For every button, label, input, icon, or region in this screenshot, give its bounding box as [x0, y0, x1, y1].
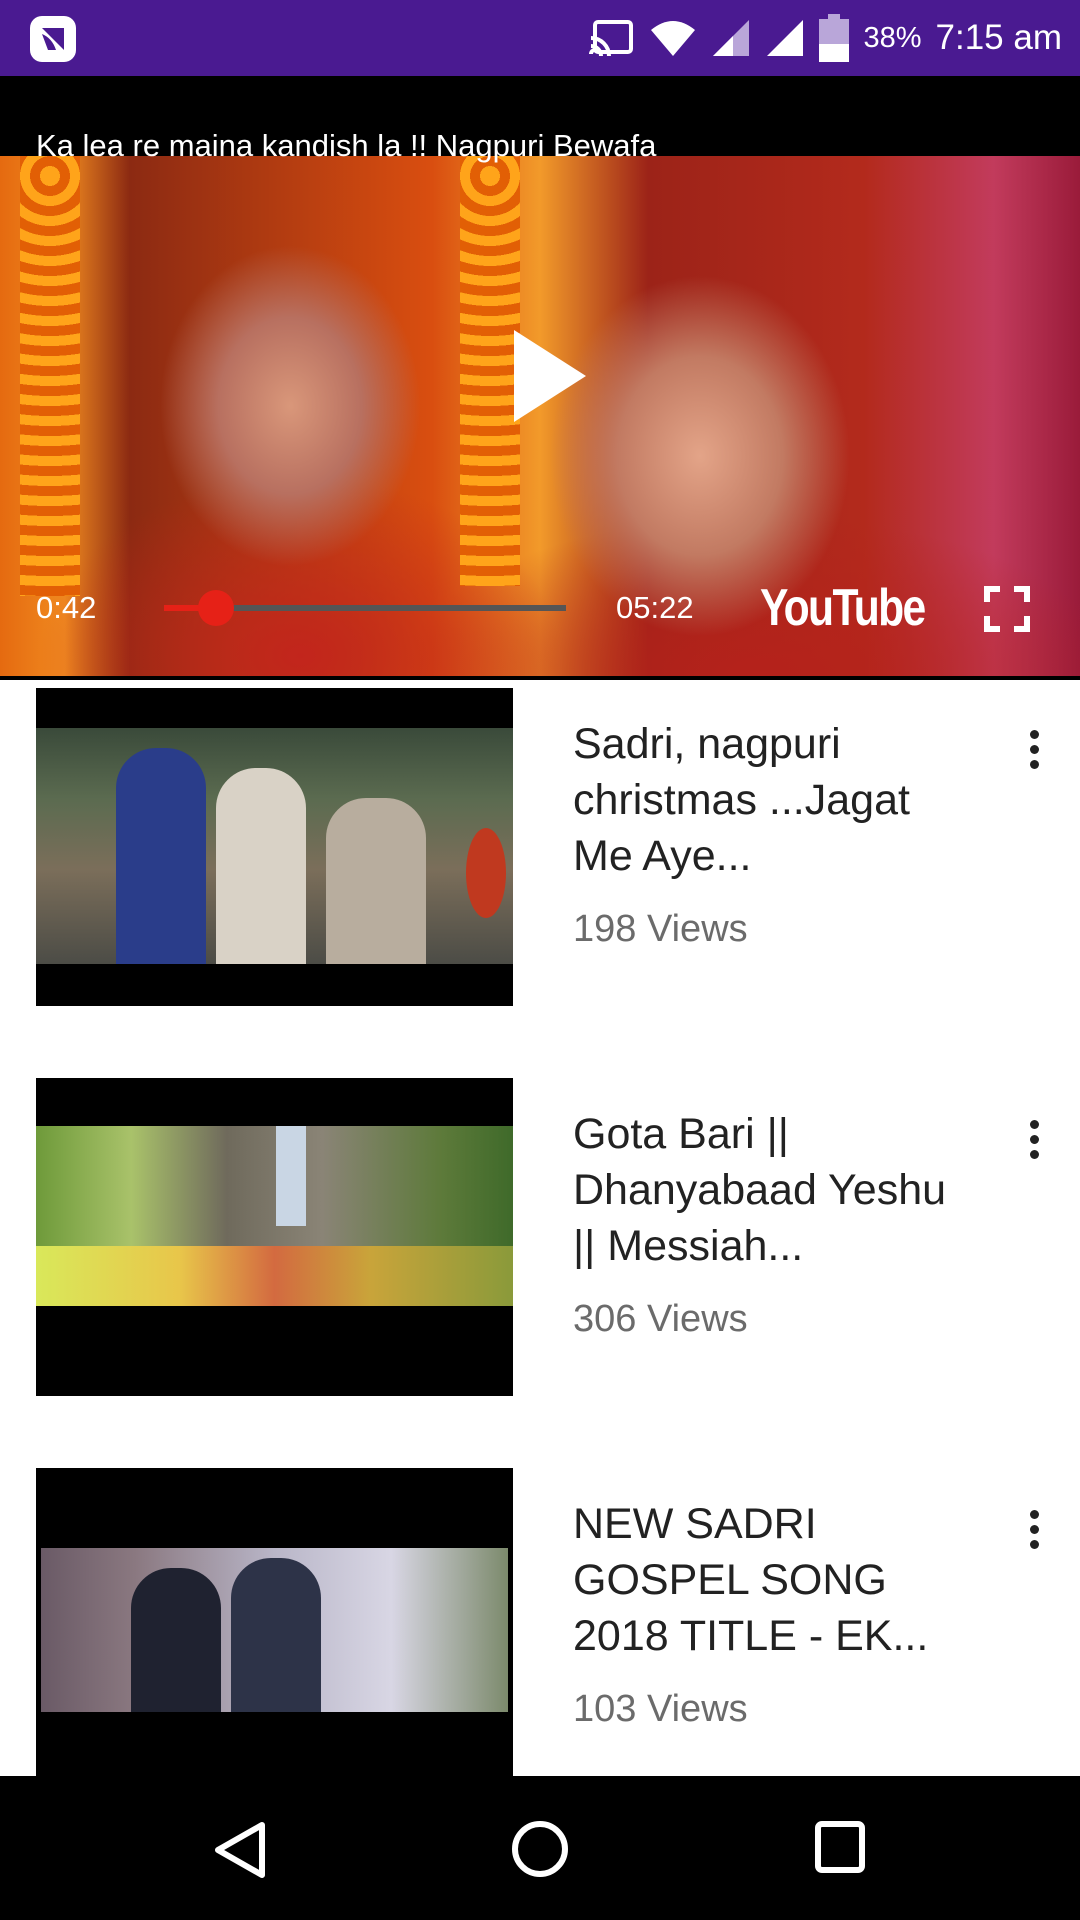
navigation-bar: [0, 1776, 1080, 1920]
wifi-icon: [651, 21, 696, 56]
video-thumbnail[interactable]: [36, 688, 513, 1006]
list-item[interactable]: NEW SADRI GOSPEL SONG 2018 TITLE - EK...…: [0, 1460, 1080, 1776]
clock: 7:15 am: [935, 18, 1062, 57]
list-item[interactable]: Gota Bari || Dhanyabaad Yeshu || Messiah…: [0, 1070, 1080, 1396]
video-player[interactable]: Ka lea re maina kandish la !! Nagpuri Be…: [0, 76, 1080, 680]
video-thumbnail[interactable]: [36, 1078, 513, 1396]
current-time: 0:42: [36, 590, 97, 625]
view-count: 306 Views: [573, 1298, 748, 1340]
status-bar: 38% 7:15 am: [0, 0, 1080, 76]
signal-icon: [767, 20, 804, 56]
battery-icon: [819, 14, 850, 62]
back-icon: [215, 1822, 265, 1878]
video-list[interactable]: Sadri, nagpuri christmas ...Jagat Me Aye…: [0, 680, 1080, 1776]
total-time: 05:22: [616, 590, 694, 625]
more-options-button[interactable]: [1022, 730, 1046, 780]
video-title[interactable]: Gota Bari || Dhanyabaad Yeshu || Messiah…: [573, 1106, 973, 1274]
signal-icon: [713, 20, 750, 56]
cast-icon: [589, 20, 634, 57]
view-count: 198 Views: [573, 908, 748, 950]
home-button[interactable]: [511, 1820, 569, 1883]
app-icon: [30, 16, 76, 62]
recents-button[interactable]: [814, 1820, 866, 1879]
youtube-logo[interactable]: YouTube: [760, 578, 926, 638]
recents-icon: [815, 1821, 865, 1873]
fullscreen-icon: [984, 586, 1030, 632]
more-options-button[interactable]: [1022, 1510, 1046, 1560]
more-options-button[interactable]: [1022, 1120, 1046, 1170]
video-thumbnail[interactable]: [36, 1468, 513, 1776]
seek-handle[interactable]: [198, 590, 235, 626]
play-button[interactable]: [510, 326, 590, 431]
video-title[interactable]: NEW SADRI GOSPEL SONG 2018 TITLE - EK...: [573, 1496, 973, 1664]
seek-bar[interactable]: [164, 590, 566, 626]
fullscreen-button[interactable]: [984, 586, 1030, 637]
play-icon: [514, 330, 586, 422]
battery-percent: 38%: [863, 21, 922, 54]
home-icon: [512, 1821, 568, 1877]
list-item[interactable]: Sadri, nagpuri christmas ...Jagat Me Aye…: [0, 680, 1080, 1006]
video-title[interactable]: Sadri, nagpuri christmas ...Jagat Me Aye…: [573, 716, 973, 884]
back-button[interactable]: [212, 1820, 268, 1885]
video-title: Ka lea re maina kandish la !! Nagpuri Be…: [36, 128, 657, 163]
view-count: 103 Views: [573, 1688, 748, 1730]
